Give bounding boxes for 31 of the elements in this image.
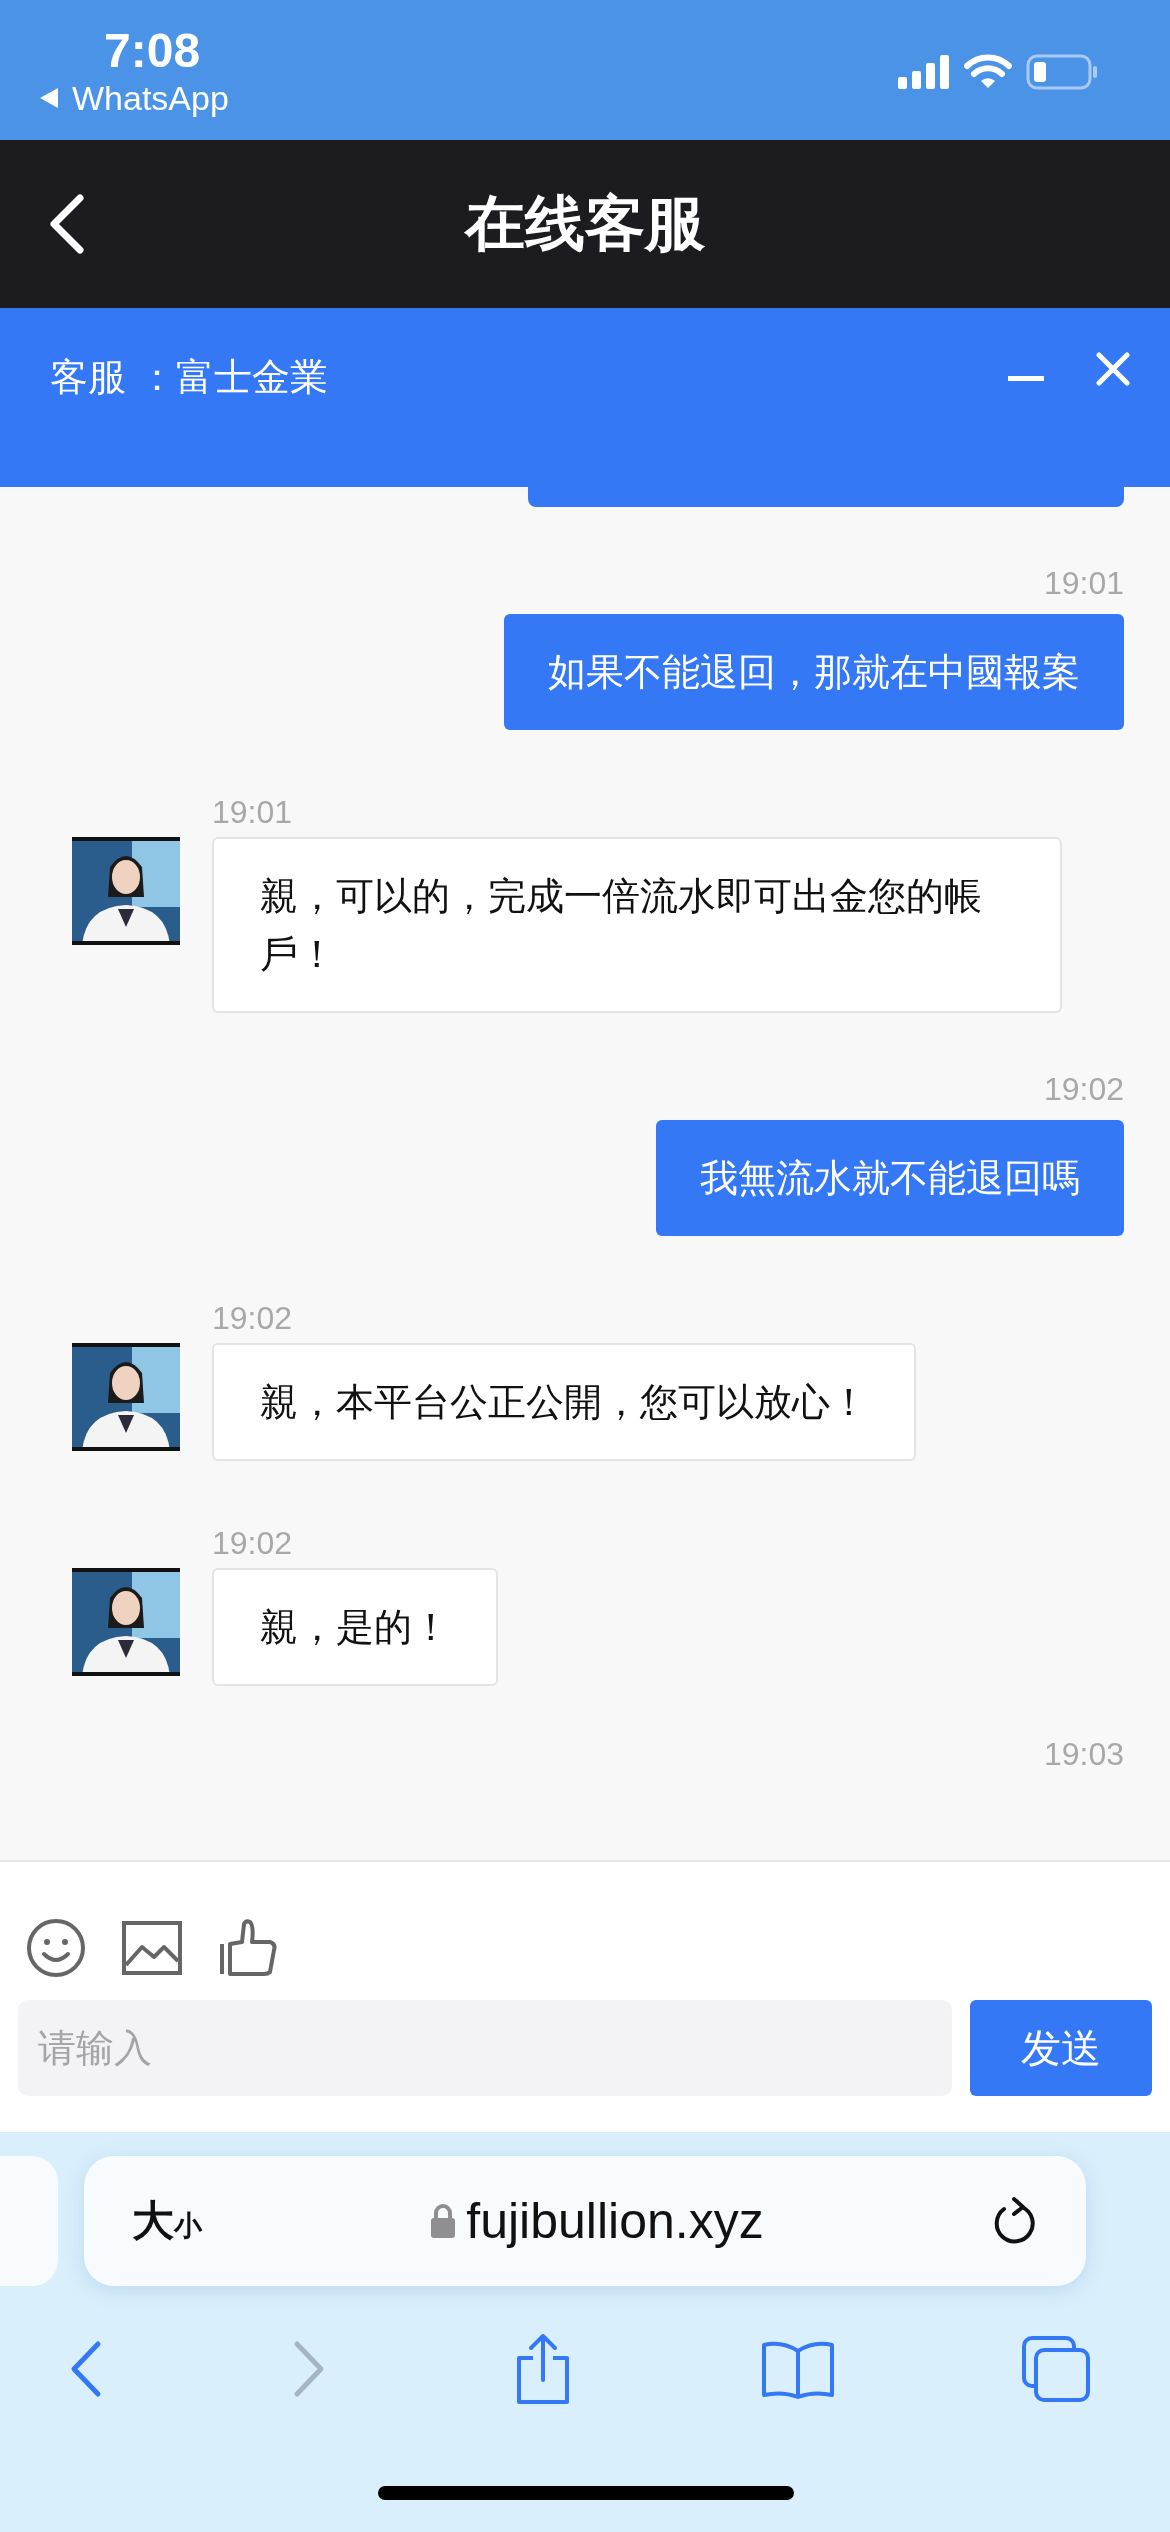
message-bubble: 親，是的！ (212, 1568, 498, 1686)
message-bubble: 如果不能退回，那就在中國報案 (504, 614, 1124, 730)
image-icon[interactable] (122, 1921, 182, 1975)
emoji-icon[interactable] (26, 1918, 86, 1978)
back-triangle-icon[interactable] (38, 86, 60, 110)
message-time: 19:02 (212, 1300, 293, 1337)
message-input[interactable]: 请输入 (18, 2000, 952, 2096)
minimize-icon[interactable] (1008, 376, 1044, 382)
message-time: 19:02 (212, 1525, 293, 1562)
wifi-icon (964, 54, 1012, 90)
battery-icon (1026, 54, 1098, 90)
message-bubble: 親，可以的，完成一倍流水即可出金您的帳戶！ (212, 837, 1062, 1013)
message-time: 19:02 (1043, 1071, 1124, 1108)
tabs-icon[interactable] (1022, 2336, 1090, 2402)
message-time: 19:01 (1043, 565, 1124, 602)
message-bubble: 親，本平台公正公開，您可以放心！ (212, 1343, 916, 1461)
status-time: 7:08 (104, 22, 201, 79)
message-time: 19:01 (212, 794, 293, 831)
bookmarks-icon[interactable] (759, 2339, 836, 2399)
signal-icon (898, 55, 950, 89)
page-title: 在线客服 (465, 186, 705, 260)
send-button[interactable]: 发送 (970, 2000, 1152, 2096)
lock-icon (430, 2203, 457, 2239)
url-text[interactable]: fujibullion.xyz (466, 2192, 764, 2250)
page-settings-button[interactable]: 大小 (132, 2193, 202, 2249)
close-icon[interactable] (1096, 352, 1130, 386)
thumbs-up-icon[interactable] (218, 1918, 278, 1978)
address-bar[interactable]: 大小 fujibullion.xyz (84, 2156, 1086, 2286)
message-time: 19:03 (1043, 1736, 1124, 1773)
chat-title: 客服 ：富士金業 (50, 354, 330, 401)
message-bubble: 我無流水就不能退回嗎 (656, 1120, 1124, 1236)
